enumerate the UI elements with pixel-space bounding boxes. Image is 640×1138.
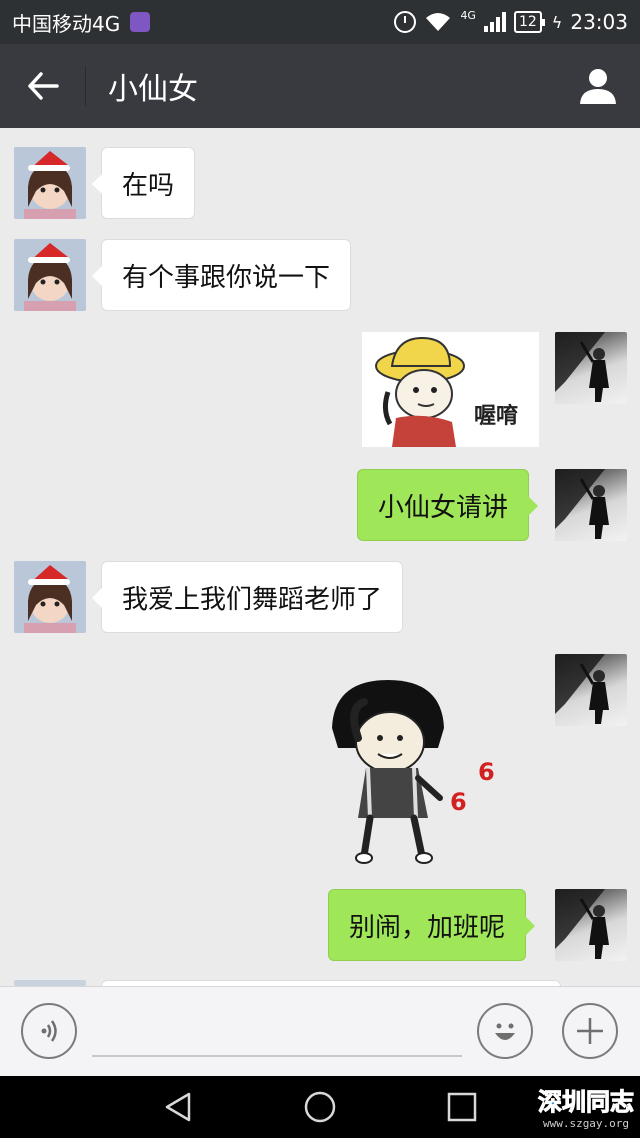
message-list[interactable]: 在吗 有个事跟你说一下 喔唷 小仙女请讲 我爱上我们舞蹈老师了 6 6 别闹，加… <box>0 128 640 986</box>
site-watermark: 深圳同志 www.szgay.org <box>538 1082 635 1131</box>
system-navigation-bar: 深圳同志 www.szgay.org <box>0 1076 640 1138</box>
carrier-label: 中国移动4G <box>12 11 121 36</box>
emoji-button[interactable] <box>477 1003 533 1059</box>
my-avatar[interactable] <box>555 654 627 726</box>
triangle-back-icon <box>165 1092 191 1122</box>
input-bar <box>0 986 640 1076</box>
wifi-icon <box>426 13 451 31</box>
battery-level: 12 <box>513 11 545 33</box>
contact-avatar[interactable] <box>14 239 86 311</box>
voice-icon <box>41 1020 57 1042</box>
nav-home-button[interactable] <box>302 1089 338 1125</box>
back-button[interactable] <box>0 44 86 128</box>
message-bubble-received[interactable]: 在吗 <box>91 147 196 219</box>
plus-icon <box>577 1018 603 1044</box>
circle-home-icon <box>304 1091 336 1123</box>
nav-recents-button[interactable] <box>444 1089 480 1125</box>
message-text: 小仙女请讲 <box>378 492 509 523</box>
message-text: 有个事跟你说一下 <box>122 262 331 293</box>
chat-info-button[interactable] <box>556 44 640 128</box>
clock: 23:03 <box>570 10 628 34</box>
contact-avatar[interactable] <box>14 561 86 633</box>
sticker-caption: 6 <box>478 758 495 786</box>
sticker-message[interactable]: 喔唷 <box>362 332 539 447</box>
person-icon <box>580 69 616 104</box>
voice-toggle-button[interactable] <box>21 1003 77 1059</box>
message-text: 我爱上我们舞蹈老师了 <box>122 584 383 615</box>
alarm-icon <box>394 11 417 33</box>
sticker-message[interactable]: 6 6 <box>318 668 508 868</box>
square-recents-icon <box>447 1092 477 1122</box>
sticker-caption: 6 <box>450 788 467 816</box>
signal-icon <box>483 12 506 32</box>
message-bubble-sent[interactable]: 小仙女请讲 <box>357 469 539 541</box>
message-bubble-sent[interactable]: 别闹，加班呢 <box>328 889 536 961</box>
contact-avatar[interactable] <box>14 147 86 219</box>
charging-icon: ϟ <box>551 12 563 32</box>
watermark-title: 深圳同志 <box>538 1088 635 1117</box>
chat-header: 小仙女 <box>0 44 640 128</box>
network-type-label: 4G <box>460 8 476 22</box>
message-text: 别闹，加班呢 <box>349 912 506 943</box>
nav-back-button[interactable] <box>160 1089 196 1125</box>
watermark-url: www.szgay.org <box>542 1117 630 1130</box>
emoji-icon <box>495 1023 515 1040</box>
page-title: 小仙女 <box>108 72 198 107</box>
more-options-button[interactable] <box>562 1003 618 1059</box>
my-avatar[interactable] <box>555 332 627 404</box>
message-text: 在吗 <box>122 170 175 201</box>
message-bubble-received[interactable]: 我爱上我们舞蹈老师了 <box>91 561 404 633</box>
sticker-caption: 喔唷 <box>474 404 519 429</box>
status-icons: 4G 12 ϟ 23:03 <box>394 8 628 34</box>
message-input[interactable] <box>92 1009 462 1057</box>
arrow-left-icon <box>28 72 59 100</box>
message-bubble-received[interactable]: 有个事跟你说一下 <box>91 239 352 311</box>
status-bar: 中国移动4G 4G 12 ϟ 23:03 <box>0 0 640 44</box>
gallery-notification-icon <box>130 12 151 32</box>
my-avatar[interactable] <box>555 469 627 541</box>
my-avatar[interactable] <box>555 889 627 961</box>
